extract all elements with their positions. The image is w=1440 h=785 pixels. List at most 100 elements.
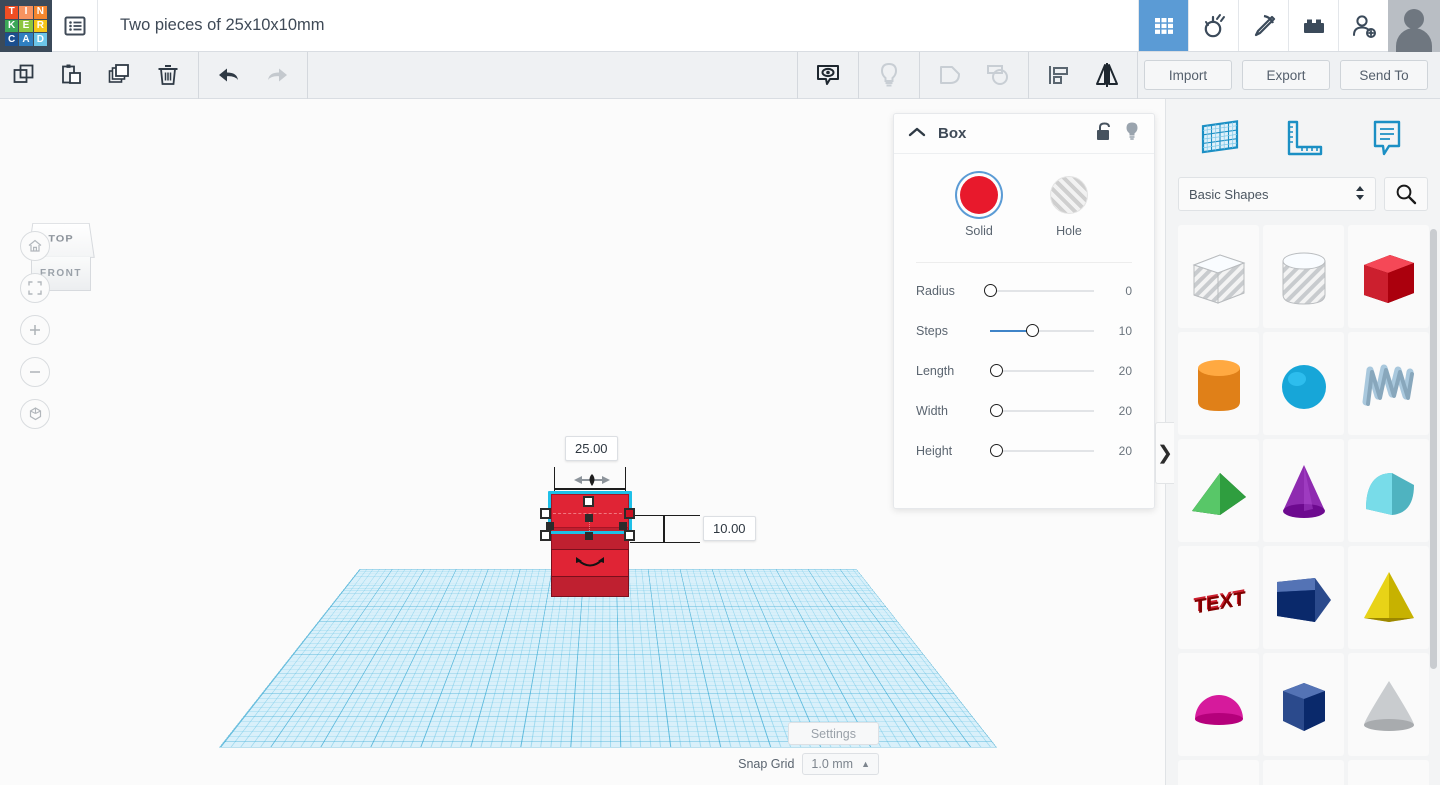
property-label-height: Height <box>916 444 953 458</box>
settings-button[interactable]: Settings <box>787 722 879 745</box>
property-value-radius[interactable]: 0 <box>1106 284 1132 298</box>
ungroup-shapes-icon[interactable] <box>974 52 1022 99</box>
box-shape[interactable] <box>1348 225 1429 328</box>
slider-knob[interactable] <box>990 404 1004 417</box>
paste-icon[interactable] <box>48 52 96 99</box>
solid-color-swatch[interactable] <box>960 176 998 214</box>
chevron-updown-icon <box>1355 184 1365 205</box>
undo-icon[interactable] <box>205 52 253 99</box>
solid-option[interactable]: Solid <box>960 176 998 238</box>
slider-knob[interactable] <box>990 444 1004 457</box>
snap-grid-value: 1.0 mm <box>811 757 854 771</box>
slider-knob[interactable] <box>1025 324 1039 337</box>
redo-icon[interactable] <box>253 52 301 99</box>
grid-apps-icon[interactable] <box>1138 0 1188 51</box>
document-title[interactable]: Two pieces of 25x10x10mm <box>98 0 1138 51</box>
hexagon-prism-shape[interactable] <box>1263 653 1344 756</box>
unlocked-padlock-icon[interactable] <box>1096 121 1112 146</box>
torus-shape[interactable] <box>1348 760 1429 785</box>
shapes-scrollbar-thumb[interactable] <box>1430 229 1437 669</box>
property-slider-width[interactable] <box>990 402 1094 420</box>
zoom-in-icon[interactable] <box>20 315 50 345</box>
workplane-icon[interactable] <box>1191 112 1249 164</box>
cone-shape[interactable] <box>1263 439 1344 542</box>
dimension-label-depth[interactable]: 10.00 <box>703 516 756 541</box>
snap-grid-select[interactable]: 1.0 mm ▲ <box>802 753 879 775</box>
copy-icon[interactable] <box>0 52 48 99</box>
hole-option[interactable]: Hole <box>1050 176 1088 238</box>
resize-handle-left[interactable] <box>540 508 551 519</box>
note-callout-icon[interactable] <box>1357 112 1415 164</box>
logo-tile-r: R <box>33 19 47 33</box>
search-icon[interactable] <box>1384 177 1428 211</box>
resize-handle-top[interactable] <box>583 496 594 507</box>
cone-orange-shape[interactable] <box>1263 760 1344 785</box>
home-view-icon[interactable] <box>20 231 50 261</box>
roof-wedge-shape[interactable] <box>1178 439 1259 542</box>
lightbulb-icon[interactable] <box>865 52 913 99</box>
scribble-shape[interactable] <box>1348 332 1429 435</box>
chevron-up-icon[interactable] <box>908 125 926 143</box>
property-value-length[interactable]: 20 <box>1106 364 1132 378</box>
export-button[interactable]: Export <box>1242 60 1330 90</box>
height-handle-left[interactable] <box>546 522 554 530</box>
resize-handle-right-active[interactable] <box>624 508 635 519</box>
half-sphere-shape[interactable] <box>1178 653 1259 756</box>
user-avatar[interactable] <box>1388 0 1440 52</box>
property-value-steps[interactable]: 10 <box>1106 324 1132 338</box>
lightbulb-icon[interactable] <box>1124 121 1140 146</box>
height-handle-right[interactable] <box>619 522 627 530</box>
sphere-shape[interactable] <box>1263 332 1344 435</box>
rotate-gizmo-icon[interactable] <box>573 555 607 571</box>
round-roof-shape[interactable] <box>1348 439 1429 542</box>
property-value-height[interactable]: 20 <box>1106 444 1132 458</box>
group-shapes-icon[interactable] <box>926 52 974 99</box>
second-box-top-face[interactable] <box>551 549 629 577</box>
text-shape[interactable]: TEXT TEXT <box>1178 546 1259 649</box>
resize-handle-bottom-left[interactable] <box>540 530 551 541</box>
delete-trash-icon[interactable] <box>144 52 192 99</box>
hole-swatch[interactable] <box>1050 176 1088 214</box>
duplicate-icon[interactable] <box>96 52 144 99</box>
depth-handle-bottom[interactable] <box>585 532 593 540</box>
property-slider-radius[interactable] <box>984 282 1094 300</box>
cylinder-hole-shape[interactable] <box>1263 225 1344 328</box>
document-list-icon[interactable] <box>52 0 98 51</box>
shapes-grid: TEXT TEXT <box>1166 225 1440 785</box>
import-button[interactable]: Import <box>1144 60 1232 90</box>
tube-shape[interactable] <box>1178 760 1259 785</box>
polygon-arrow-shape[interactable] <box>1263 546 1344 649</box>
shape-category-select[interactable]: Basic Shapes <box>1178 177 1376 211</box>
slider-knob[interactable] <box>984 284 997 297</box>
cylinder-shape[interactable] <box>1178 332 1259 435</box>
slider-knob[interactable] <box>990 364 1004 377</box>
lego-brick-icon[interactable] <box>1288 0 1338 51</box>
send-to-button[interactable]: Send To <box>1340 60 1428 90</box>
second-box-front-face[interactable] <box>551 577 629 597</box>
property-slider-length[interactable] <box>990 362 1094 380</box>
move-gizmo-icon[interactable] <box>568 473 616 487</box>
resize-handle-bottom-right[interactable] <box>624 530 635 541</box>
property-value-width[interactable]: 20 <box>1106 404 1132 418</box>
codeblocks-icon[interactable] <box>1188 0 1238 51</box>
view-comment-icon[interactable] <box>804 52 852 99</box>
zoom-out-icon[interactable] <box>20 357 50 387</box>
mirror-flip-icon[interactable] <box>1083 52 1131 99</box>
tinkercad-logo[interactable]: TIN KER CAD <box>0 0 52 52</box>
dimension-label-width[interactable]: 25.00 <box>565 436 618 461</box>
paraboloid-shape[interactable] <box>1348 653 1429 756</box>
add-person-icon[interactable] <box>1338 0 1388 51</box>
align-icon[interactable] <box>1035 52 1083 99</box>
pyramid-shape[interactable] <box>1348 546 1429 649</box>
property-slider-steps[interactable] <box>990 322 1094 340</box>
box-hole-shape[interactable] <box>1178 225 1259 328</box>
orthographic-toggle-icon[interactable] <box>20 399 50 429</box>
property-slider-height[interactable] <box>990 442 1094 460</box>
solid-label: Solid <box>965 224 993 238</box>
toolbar-divider <box>198 51 199 99</box>
panel-collapse-tab[interactable]: ❯ <box>1155 422 1174 484</box>
pickaxe-minecraft-icon[interactable] <box>1238 0 1288 51</box>
height-handle-center[interactable] <box>585 514 593 522</box>
ruler-icon[interactable] <box>1274 112 1332 164</box>
fit-to-view-icon[interactable] <box>20 273 50 303</box>
